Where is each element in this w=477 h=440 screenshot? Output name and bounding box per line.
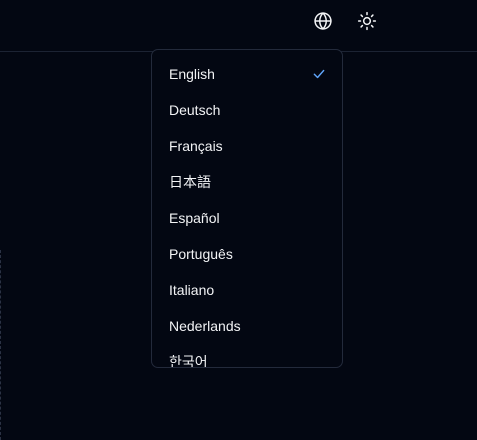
language-dropdown-menu: English Deutsch Français 日本語 Español Por… (151, 49, 343, 368)
language-option-label: Español (169, 210, 220, 226)
language-option-label: English (169, 66, 215, 82)
language-option-japanese[interactable]: 日本語 (152, 164, 342, 200)
language-option-label: Português (169, 246, 233, 262)
theme-toggle-button[interactable] (352, 6, 382, 36)
language-option-label: Nederlands (169, 318, 241, 334)
language-option-label: Italiano (169, 282, 215, 298)
language-option-espanol[interactable]: Español (152, 200, 342, 236)
top-bar (0, 0, 477, 52)
language-option-nederlands[interactable]: Nederlands (152, 308, 342, 344)
dashed-border-edge (0, 250, 3, 440)
language-option-deutsch[interactable]: Deutsch (152, 92, 342, 128)
language-option-francais[interactable]: Français (152, 128, 342, 164)
language-option-english[interactable]: English (152, 56, 342, 92)
language-button[interactable] (308, 6, 338, 36)
language-option-label: 日本語 (169, 174, 211, 190)
language-list: English Deutsch Français 日本語 Español Por… (152, 50, 342, 368)
language-option-label: 한국어 (169, 354, 208, 368)
language-option-label: Français (169, 138, 223, 154)
check-icon (313, 69, 325, 79)
language-option-korean[interactable]: 한국어 (152, 344, 342, 368)
language-option-italiano[interactable]: Italiano (152, 272, 342, 308)
language-option-label: Deutsch (169, 102, 221, 118)
language-option-portugues[interactable]: Português (152, 236, 342, 272)
globe-icon (314, 12, 332, 30)
sun-icon (357, 11, 377, 31)
